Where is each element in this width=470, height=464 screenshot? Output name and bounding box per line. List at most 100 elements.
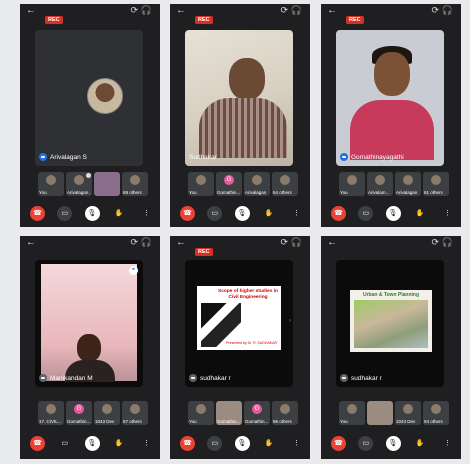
screen-rotate-icon[interactable]: ⟳ — [431, 237, 439, 248]
mic-off-icon[interactable]: 🎙 — [385, 205, 401, 221]
screen-rotate-icon[interactable]: ⟳ — [431, 5, 439, 16]
others-tile[interactable]: 96 others — [272, 401, 298, 425]
chevron-right-icon[interactable]: › — [289, 318, 291, 324]
end-call-icon[interactable]: ☎ — [30, 205, 45, 221]
participant-tile[interactable]: 17. CIVIL... — [38, 401, 64, 425]
camera-off-icon[interactable]: ▭ — [358, 435, 374, 451]
tile-label: 61 others — [424, 190, 443, 195]
headphones-icon[interactable]: 🎧 — [442, 5, 453, 16]
speaker-name: sudhakar r — [200, 374, 231, 382]
main-stage[interactable]: Scope of higher studies in Civil Enginee… — [185, 260, 293, 387]
top-bar: ← ⟳ 🎧 — [321, 236, 461, 248]
screen-rotate-icon[interactable]: ⟳ — [130, 237, 138, 248]
more-vert-icon[interactable]: ⋮ — [289, 206, 304, 221]
back-arrow-icon[interactable]: ← — [327, 237, 337, 248]
screen-rotate-icon[interactable]: ⟳ — [280, 5, 288, 16]
back-arrow-icon[interactable]: ← — [327, 5, 337, 16]
mic-off-icon[interactable]: 🎙 — [385, 435, 401, 451]
headphones-icon[interactable]: 🎧 — [442, 237, 453, 248]
tile-label: 94 others — [424, 419, 443, 424]
screen-rotate-icon[interactable]: ⟳ — [130, 5, 138, 16]
participant-tile[interactable]: You — [188, 401, 214, 425]
end-call-icon[interactable]: ☎ — [180, 435, 195, 451]
audio-level-icon — [340, 374, 348, 382]
participant-tile[interactable]: Arivalagan — [244, 172, 270, 196]
avatar — [280, 404, 290, 414]
others-tile[interactable]: 69 others — [122, 172, 148, 196]
participant-tile[interactable]: Arivalagan — [395, 172, 421, 196]
others-tile[interactable]: 57 others — [122, 401, 148, 425]
camera-off-icon[interactable]: ▭ — [207, 205, 223, 221]
more-vert-icon[interactable]: ⋮ — [139, 206, 154, 221]
participant-tile[interactable]: You — [38, 172, 64, 196]
camera-off-icon[interactable]: ▭ — [207, 435, 223, 451]
call-controls: ☎ ▭ 🎙 ✋ ⋮ — [331, 435, 455, 451]
mic-off-icon[interactable]: 🎙 — [84, 435, 100, 451]
headphones-icon[interactable]: 🎧 — [141, 237, 152, 248]
participant-strip: You Gomathin... G Gomathin... 96 others — [188, 401, 298, 425]
more-vert-icon[interactable]: ⋮ — [440, 436, 455, 451]
headphones-icon[interactable]: 🎧 — [141, 5, 152, 16]
more-vert-icon[interactable]: ⋮ — [440, 206, 455, 221]
participant-tile[interactable]: Arivalagan... — [66, 172, 92, 196]
end-call-icon[interactable]: ☎ — [331, 205, 346, 221]
tile-label: Gomathin... — [217, 190, 241, 195]
meet-screen-1: ← ⟳ 🎧 REC Arivalagan S You Arivalagan...… — [20, 4, 160, 227]
raise-hand-icon[interactable]: ✋ — [262, 436, 277, 451]
participant-tile[interactable]: G Gomathin... — [216, 172, 242, 196]
participant-tile[interactable]: You — [339, 401, 365, 425]
back-arrow-icon[interactable]: ← — [26, 5, 36, 16]
main-stage[interactable]: ⌖ Manikandan M — [35, 260, 143, 387]
camera-off-icon[interactable]: ▭ — [358, 205, 374, 221]
raise-hand-icon[interactable]: ✋ — [112, 436, 127, 451]
avatar — [130, 175, 140, 185]
speaker-video — [185, 30, 293, 166]
back-arrow-icon[interactable]: ← — [26, 237, 36, 248]
audio-level-icon — [39, 374, 47, 382]
participant-tile[interactable]: You — [339, 172, 365, 196]
pin-icon[interactable]: ⌖ — [129, 266, 138, 275]
headphones-icon[interactable]: 🎧 — [291, 237, 302, 248]
avatar — [130, 404, 140, 414]
main-stage[interactable]: Gomathinayagathi — [336, 30, 444, 166]
slide-figure — [354, 300, 428, 348]
others-tile[interactable]: 64 others — [272, 172, 298, 196]
avatar: G — [252, 404, 262, 414]
end-call-icon[interactable]: ☎ — [30, 435, 45, 451]
main-stage[interactable]: Sudhakar — [185, 30, 293, 166]
back-arrow-icon[interactable]: ← — [176, 5, 186, 16]
raise-hand-icon[interactable]: ✋ — [413, 206, 428, 221]
camera-off-icon[interactable]: ▭ — [57, 205, 73, 221]
participant-tile[interactable] — [367, 401, 393, 425]
participant-tile[interactable]: 1043 Dev — [94, 401, 120, 425]
speaker-name: Sudhakar — [189, 154, 217, 161]
tile-label: You — [340, 190, 348, 195]
raise-hand-icon[interactable]: ✋ — [413, 436, 428, 451]
raise-hand-icon[interactable]: ✋ — [112, 206, 127, 221]
more-vert-icon[interactable]: ⋮ — [289, 436, 304, 451]
mic-off-icon[interactable]: 🎙 — [234, 205, 250, 221]
end-call-icon[interactable]: ☎ — [331, 435, 346, 451]
raise-hand-icon[interactable]: ✋ — [262, 206, 277, 221]
main-stage[interactable]: Urban & Town Planning sudhakar r — [336, 260, 444, 387]
participant-tile[interactable]: G Gomathin... — [66, 401, 92, 425]
screen-rotate-icon[interactable]: ⟳ — [280, 237, 288, 248]
mic-off-icon[interactable]: 🎙 — [84, 205, 100, 221]
mic-off-icon[interactable]: 🎙 — [234, 435, 250, 451]
participant-tile[interactable]: You — [188, 172, 214, 196]
more-vert-icon[interactable]: ⋮ — [139, 436, 154, 451]
headphones-icon[interactable]: 🎧 — [291, 5, 302, 16]
others-tile[interactable]: 94 others — [423, 401, 449, 425]
participant-tile[interactable]: 1043 Dev — [395, 401, 421, 425]
main-stage[interactable]: Arivalagan S — [35, 30, 143, 166]
camera-icon[interactable]: ▭ — [57, 436, 72, 451]
speaker-name: Manikandan M — [50, 374, 93, 382]
participant-tile[interactable]: Gomathin... — [216, 401, 242, 425]
others-tile[interactable]: 61 others — [423, 172, 449, 196]
meet-screen-3: ← ⟳ 🎧 REC Gomathinayagathi You Arivalam.… — [321, 4, 461, 227]
back-arrow-icon[interactable]: ← — [176, 237, 186, 248]
participant-tile[interactable]: G Gomathin... — [244, 401, 270, 425]
end-call-icon[interactable]: ☎ — [180, 205, 195, 221]
participant-tile[interactable] — [94, 172, 120, 196]
participant-tile[interactable]: Arivalam... — [367, 172, 393, 196]
